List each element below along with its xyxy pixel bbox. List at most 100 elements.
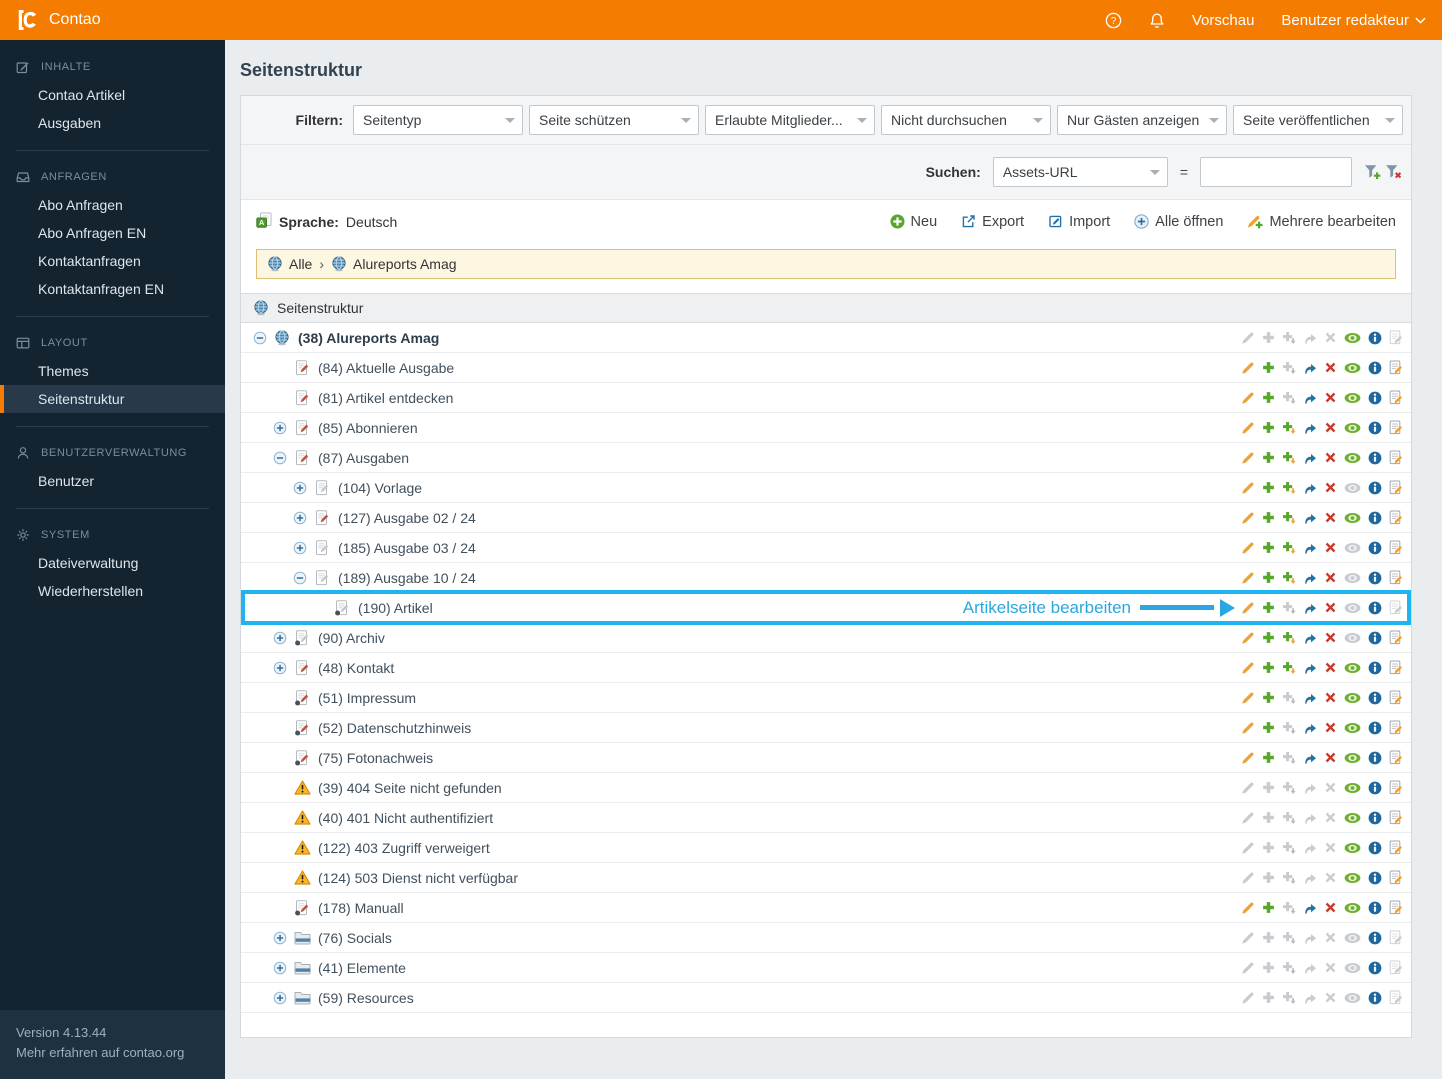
- tree-row[interactable]: (84) Aktuelle Ausgabe: [241, 353, 1411, 383]
- info-icon[interactable]: [1368, 901, 1382, 915]
- visibility-icon[interactable]: [1344, 902, 1361, 914]
- help-button[interactable]: ?: [1105, 12, 1122, 29]
- tree-row[interactable]: (81) Artikel entdecken: [241, 383, 1411, 413]
- info-icon[interactable]: [1368, 571, 1382, 585]
- move-icon[interactable]: [1303, 541, 1317, 555]
- edit-icon[interactable]: [1241, 661, 1255, 675]
- info-icon[interactable]: [1368, 511, 1382, 525]
- search-value-input[interactable]: [1200, 157, 1352, 187]
- move-icon[interactable]: [1303, 421, 1317, 435]
- add-filter-icon[interactable]: [1364, 164, 1382, 180]
- edit-icon[interactable]: [1241, 721, 1255, 735]
- visibility-icon[interactable]: [1344, 812, 1361, 824]
- info-icon[interactable]: [1368, 751, 1382, 765]
- delete-icon[interactable]: [1324, 751, 1337, 764]
- move-icon[interactable]: [1303, 661, 1317, 675]
- move-icon[interactable]: [1303, 601, 1317, 615]
- info-icon[interactable]: [1368, 361, 1382, 375]
- info-icon[interactable]: [1368, 811, 1382, 825]
- tree-row[interactable]: (41) Elemente: [241, 953, 1411, 983]
- copy-icon[interactable]: [1262, 451, 1275, 464]
- edit-articles-icon[interactable]: [1389, 840, 1403, 855]
- edit-icon[interactable]: [1241, 751, 1255, 765]
- delete-icon[interactable]: [1324, 601, 1337, 614]
- tree-row[interactable]: (85) Abonnieren: [241, 413, 1411, 443]
- info-icon[interactable]: [1368, 541, 1382, 555]
- filter-select-seite-schuetzen[interactable]: Seite schützen: [529, 105, 699, 135]
- edit-icon[interactable]: [1241, 541, 1255, 555]
- edit-articles-icon[interactable]: [1389, 720, 1403, 735]
- notifications-button[interactable]: [1149, 12, 1165, 29]
- copy-icon[interactable]: [1262, 751, 1275, 764]
- tree-row[interactable]: (124) 503 Dienst nicht verfügbar: [241, 863, 1411, 893]
- expand-icon[interactable]: [293, 481, 307, 495]
- filter-select-erlaubte-mitglieder-[interactable]: Erlaubte Mitglieder...: [705, 105, 875, 135]
- sidebar-item-kontaktanfragen[interactable]: Kontaktanfragen: [0, 247, 225, 275]
- mehrere-bearbeiten-button[interactable]: Mehrere bearbeiten: [1247, 214, 1396, 230]
- edit-icon[interactable]: [1241, 691, 1255, 705]
- edit-articles-icon[interactable]: [1389, 540, 1403, 555]
- sidebar-item-contao-artikel[interactable]: Contao Artikel: [0, 81, 225, 109]
- filter-select-seite-veroeffentlichen[interactable]: Seite veröffentlichen: [1233, 105, 1403, 135]
- move-icon[interactable]: [1303, 511, 1317, 525]
- copy-icon[interactable]: [1262, 601, 1275, 614]
- info-icon[interactable]: [1368, 451, 1382, 465]
- expand-icon[interactable]: [273, 661, 287, 675]
- info-icon[interactable]: [1368, 421, 1382, 435]
- expand-icon[interactable]: [273, 991, 287, 1005]
- edit-articles-icon[interactable]: [1389, 750, 1403, 765]
- info-icon[interactable]: [1368, 331, 1382, 345]
- copy-icon[interactable]: [1262, 541, 1275, 554]
- tree-row[interactable]: (59) Resources: [241, 983, 1411, 1013]
- move-icon[interactable]: [1303, 721, 1317, 735]
- visibility-icon[interactable]: [1344, 722, 1361, 734]
- filter-select-nicht-durchsuchen[interactable]: Nicht durchsuchen: [881, 105, 1051, 135]
- sidebar-item-wiederherstellen[interactable]: Wiederherstellen: [0, 577, 225, 605]
- edit-icon[interactable]: [1241, 421, 1255, 435]
- info-icon[interactable]: [1368, 691, 1382, 705]
- tree-row[interactable]: (40) 401 Nicht authentifiziert: [241, 803, 1411, 833]
- visibility-icon[interactable]: [1344, 692, 1361, 704]
- info-icon[interactable]: [1368, 391, 1382, 405]
- edit-articles-icon[interactable]: [1389, 570, 1403, 585]
- visibility-icon[interactable]: [1344, 512, 1361, 524]
- tree-row[interactable]: (76) Socials: [241, 923, 1411, 953]
- breadcrumb-item-alureports-amag[interactable]: Alureports Amag: [331, 256, 457, 272]
- copy-children-icon[interactable]: [1282, 541, 1296, 555]
- sidebar-section-header-inhalte[interactable]: INHALTE: [0, 54, 225, 81]
- sidebar-item-seitenstruktur[interactable]: Seitenstruktur: [0, 385, 225, 413]
- edit-icon[interactable]: [1241, 571, 1255, 585]
- copy-icon[interactable]: [1262, 691, 1275, 704]
- tree-row[interactable]: (104) Vorlage: [241, 473, 1411, 503]
- edit-icon[interactable]: [1241, 361, 1255, 375]
- edit-articles-icon[interactable]: [1389, 630, 1403, 645]
- delete-icon[interactable]: [1324, 571, 1337, 584]
- expand-icon[interactable]: [293, 511, 307, 525]
- remove-filter-icon[interactable]: [1385, 164, 1403, 180]
- sidebar-item-kontaktanfragen-en[interactable]: Kontaktanfragen EN: [0, 275, 225, 303]
- neu-button[interactable]: Neu: [890, 214, 937, 230]
- move-icon[interactable]: [1303, 391, 1317, 405]
- delete-icon[interactable]: [1324, 901, 1337, 914]
- visibility-icon[interactable]: [1344, 842, 1361, 854]
- edit-articles-icon[interactable]: [1389, 870, 1403, 885]
- sidebar-item-abo-anfragen-en[interactable]: Abo Anfragen EN: [0, 219, 225, 247]
- search-field-select[interactable]: Assets-URL: [992, 157, 1168, 187]
- copy-icon[interactable]: [1262, 391, 1275, 404]
- visibility-icon[interactable]: [1344, 452, 1361, 464]
- info-icon[interactable]: [1368, 631, 1382, 645]
- collapse-icon[interactable]: [273, 451, 287, 465]
- expand-icon[interactable]: [273, 961, 287, 975]
- delete-icon[interactable]: [1324, 691, 1337, 704]
- edit-icon[interactable]: [1241, 451, 1255, 465]
- info-icon[interactable]: [1368, 961, 1382, 975]
- edit-icon[interactable]: [1241, 391, 1255, 405]
- info-icon[interactable]: [1368, 781, 1382, 795]
- visibility-icon[interactable]: [1344, 752, 1361, 764]
- tree-row[interactable]: (39) 404 Seite nicht gefunden: [241, 773, 1411, 803]
- filter-select-nur-gaesten-anzeigen[interactable]: Nur Gästen anzeigen: [1057, 105, 1227, 135]
- copy-children-icon[interactable]: [1282, 571, 1296, 585]
- visibility-icon[interactable]: [1344, 362, 1361, 374]
- copy-icon[interactable]: [1262, 631, 1275, 644]
- info-icon[interactable]: [1368, 931, 1382, 945]
